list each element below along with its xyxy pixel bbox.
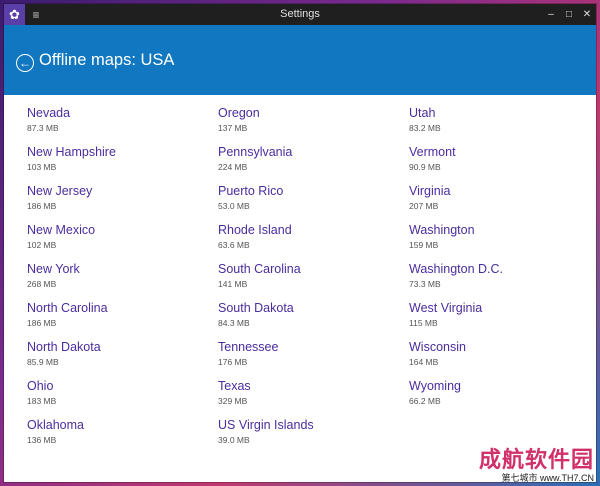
map-list-item[interactable]: Oregon 137 MB [218, 106, 409, 145]
map-region-name: Virginia [409, 184, 451, 198]
map-list-item[interactable]: Puerto Rico 53.0 MB [218, 184, 409, 223]
map-download-size: 176 MB [218, 357, 248, 367]
map-list-item[interactable]: West Virginia 115 MB [409, 301, 589, 340]
map-download-size: 224 MB [218, 162, 248, 172]
map-list-item[interactable]: Texas 329 MB [218, 379, 409, 418]
map-list-item[interactable]: South Carolina 141 MB [218, 262, 409, 301]
gear-icon: ✿ [4, 4, 25, 25]
map-region-name: Washington [409, 223, 475, 237]
title-bar: Settings ✿ ≡ – □ ✕ [4, 4, 596, 25]
map-region-name: Utah [409, 106, 436, 120]
map-region-name: Tennessee [218, 340, 279, 354]
map-region-name: Oregon [218, 106, 260, 120]
map-download-size: 102 MB [27, 240, 57, 250]
map-download-size: 103 MB [27, 162, 57, 172]
map-download-size: 39.0 MB [218, 435, 250, 445]
map-region-name: Vermont [409, 145, 456, 159]
map-region-name: North Dakota [27, 340, 101, 354]
map-region-name: Texas [218, 379, 251, 393]
map-list-item[interactable]: Utah 83.2 MB [409, 106, 589, 145]
map-region-name: Rhode Island [218, 223, 292, 237]
watermark-logo: 成航软件园 第七城市 www.TH7.CN [479, 447, 594, 484]
map-list-item[interactable]: Washington 159 MB [409, 223, 589, 262]
map-download-size: 186 MB [27, 201, 57, 211]
map-list-item[interactable]: Tennessee 176 MB [218, 340, 409, 379]
map-download-size: 53.0 MB [218, 201, 250, 211]
window-title: Settings [280, 8, 320, 20]
map-list-item[interactable]: Wyoming 66.2 MB [409, 379, 589, 418]
map-list-item[interactable]: New York 268 MB [27, 262, 218, 301]
map-list-item[interactable]: Ohio 183 MB [27, 379, 218, 418]
close-button[interactable]: ✕ [578, 4, 596, 25]
map-region-name: Wisconsin [409, 340, 466, 354]
map-region-name: West Virginia [409, 301, 483, 315]
map-download-size: 83.2 MB [409, 123, 441, 133]
map-region-name: South Carolina [218, 262, 301, 276]
map-list-item[interactable]: North Dakota 85.9 MB [27, 340, 218, 379]
map-region-name: Washington D.C. [409, 262, 504, 276]
map-region-name: North Carolina [27, 301, 108, 315]
minimize-button[interactable]: – [542, 4, 560, 25]
map-list-item[interactable]: Rhode Island 63.6 MB [218, 223, 409, 262]
map-download-size: 207 MB [409, 201, 439, 211]
map-download-size: 141 MB [218, 279, 248, 289]
map-list-item[interactable]: US Virgin Islands 39.0 MB [218, 418, 409, 457]
page-title: Offline maps: USA [39, 51, 175, 69]
map-download-size: 136 MB [27, 435, 57, 445]
map-download-size: 137 MB [218, 123, 248, 133]
map-list-item[interactable]: Washington D.C. 73.3 MB [409, 262, 589, 301]
map-download-size: 268 MB [27, 279, 57, 289]
map-download-size: 186 MB [27, 318, 57, 328]
map-list-item[interactable]: New Mexico 102 MB [27, 223, 218, 262]
map-list-item[interactable]: Wisconsin 164 MB [409, 340, 589, 379]
map-download-size: 329 MB [218, 396, 248, 406]
map-region-name: US Virgin Islands [218, 418, 314, 432]
hamburger-icon[interactable]: ≡ [25, 4, 47, 25]
map-region-name: South Dakota [218, 301, 294, 315]
watermark-main-text: 成航软件园 [478, 447, 594, 472]
map-region-name: Pennsylvania [218, 145, 293, 159]
back-arrow-icon[interactable]: ← [16, 54, 34, 72]
map-list-item[interactable]: Oklahoma 136 MB [27, 418, 218, 457]
map-download-size: 66.2 MB [409, 396, 441, 406]
map-region-name: New York [27, 262, 80, 276]
offline-maps-list: Nevada 87.3 MB Oregon 137 MB Utah 83.2 MB New … [27, 106, 589, 457]
map-download-size: 73.3 MB [409, 279, 441, 289]
map-region-name: Oklahoma [27, 418, 84, 432]
settings-window: Settings ✿ ≡ – □ ✕ ← Offline maps: USA N… [4, 4, 596, 482]
map-list-item[interactable]: South Dakota 84.3 MB [218, 301, 409, 340]
map-region-name: Wyoming [409, 379, 461, 393]
map-list-item[interactable]: Nevada 87.3 MB [27, 106, 218, 145]
map-download-size: 85.9 MB [27, 357, 59, 367]
map-download-size: 164 MB [409, 357, 439, 367]
map-download-size: 183 MB [27, 396, 57, 406]
map-region-name: New Mexico [27, 223, 96, 237]
map-region-name: Nevada [27, 106, 71, 120]
map-list-item[interactable]: Vermont 90.9 MB [409, 145, 589, 184]
map-list-item[interactable]: New Jersey 186 MB [27, 184, 218, 223]
map-region-name: Ohio [27, 379, 54, 393]
map-download-size: 84.3 MB [218, 318, 250, 328]
map-list-item[interactable]: Pennsylvania 224 MB [218, 145, 409, 184]
map-download-size: 115 MB [409, 318, 438, 328]
map-download-size: 87.3 MB [27, 123, 59, 133]
map-region-name: New Hampshire [27, 145, 116, 159]
map-download-size: 90.9 MB [409, 162, 441, 172]
watermark-sub-text: 第七城市 www.TH7.CN [501, 473, 594, 483]
map-list-item[interactable]: North Carolina 186 MB [27, 301, 218, 340]
map-download-size: 63.6 MB [218, 240, 250, 250]
maximize-button[interactable]: □ [560, 4, 578, 25]
map-region-name: New Jersey [27, 184, 93, 198]
map-download-size: 159 MB [409, 240, 439, 250]
map-region-name: Puerto Rico [218, 184, 284, 198]
map-list-item[interactable]: Virginia 207 MB [409, 184, 589, 223]
page-header: ← Offline maps: USA [4, 25, 596, 95]
map-list-item[interactable]: New Hampshire 103 MB [27, 145, 218, 184]
